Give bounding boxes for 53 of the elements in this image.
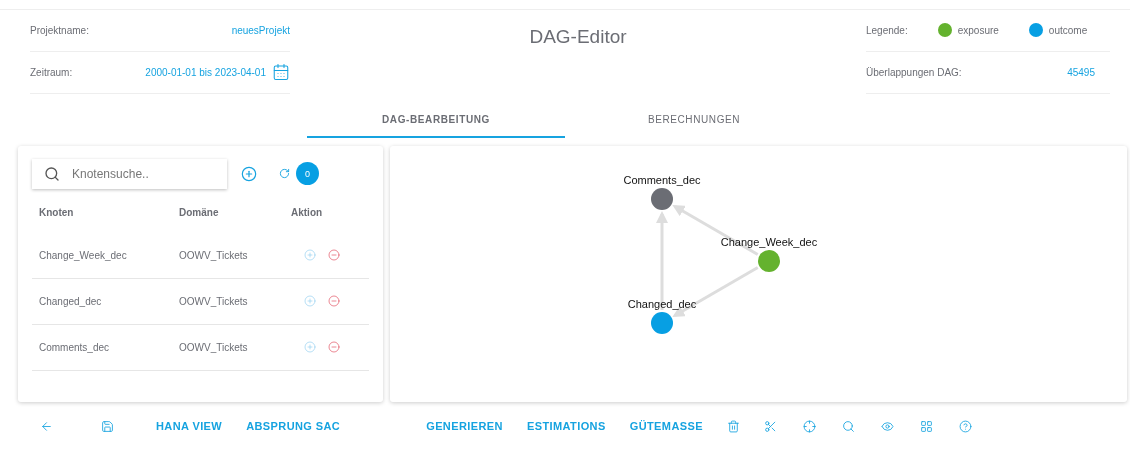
graph-node[interactable]: [758, 249, 780, 272]
trash-icon[interactable]: [726, 419, 740, 433]
add-icon[interactable]: [304, 341, 316, 354]
counter-badge: 0: [296, 162, 319, 186]
help-icon[interactable]: [958, 419, 972, 433]
remove-icon[interactable]: [328, 295, 340, 308]
table-cell: OOWV_Tickets: [172, 324, 284, 371]
save-icon[interactable]: [101, 419, 114, 433]
legend-text: outcome: [1048, 24, 1088, 36]
table-cell: OOWV_Tickets: [172, 278, 284, 325]
node-label: Changed_dec: [627, 297, 697, 310]
field-label: Zeitraum:: [30, 66, 73, 78]
field-label: Projektname:: [30, 24, 89, 36]
column-header: Knoten: [38, 206, 75, 221]
back-icon[interactable]: [40, 419, 53, 433]
legend-label: Legende:: [866, 24, 908, 36]
crosshair-icon[interactable]: [802, 419, 816, 433]
add-icon[interactable]: [304, 295, 316, 308]
toolbar-button[interactable]: GÜTEMASSE: [629, 420, 703, 433]
table-cell: Changed_dec: [32, 278, 172, 325]
add-icon[interactable]: [241, 165, 257, 182]
grid-icon[interactable]: [919, 419, 933, 433]
node-label: Comments_dec: [623, 173, 701, 186]
remove-icon[interactable]: [328, 249, 340, 262]
table-cell: Change_Week_dec: [32, 232, 172, 279]
refresh-icon[interactable]: [279, 168, 290, 180]
table-cell: OOWV_Tickets: [172, 232, 284, 279]
search-icon[interactable]: [841, 419, 855, 433]
toolbar-button[interactable]: HANA VIEW: [156, 420, 223, 433]
eye-icon[interactable]: [880, 419, 894, 433]
field-label: Überlappungen DAG:: [866, 66, 962, 78]
page-title: DAG-Editor: [528, 24, 628, 49]
node-label: Change_Week_dec: [720, 235, 818, 248]
add-icon[interactable]: [304, 249, 316, 262]
tab[interactable]: BERECHNUNGEN: [565, 103, 823, 138]
field-value: 2000-01-01 bis 2023-04-01: [145, 66, 266, 78]
column-header: Domäne: [178, 206, 220, 221]
calendar-icon[interactable]: [272, 63, 290, 82]
search-icon: [44, 165, 60, 182]
field-value: 45495: [1067, 66, 1096, 78]
scissors-icon[interactable]: [763, 419, 777, 433]
graph-node[interactable]: [651, 311, 673, 334]
toolbar-button[interactable]: GENERIEREN: [426, 420, 503, 433]
graph-node[interactable]: [651, 187, 673, 210]
toolbar-button[interactable]: ABSPRUNG SAC: [246, 420, 341, 433]
search-field[interactable]: Knotensuche..: [32, 158, 227, 189]
remove-icon[interactable]: [328, 341, 340, 354]
legend-text: exposure: [957, 24, 999, 36]
column-header: Aktion: [290, 206, 324, 221]
table-cell: Comments_dec: [32, 324, 172, 371]
field-value: neuesProjekt: [231, 24, 290, 36]
tab[interactable]: DAG-BEARBEITUNG: [307, 103, 565, 138]
toolbar-button[interactable]: ESTIMATIONS: [526, 420, 606, 433]
